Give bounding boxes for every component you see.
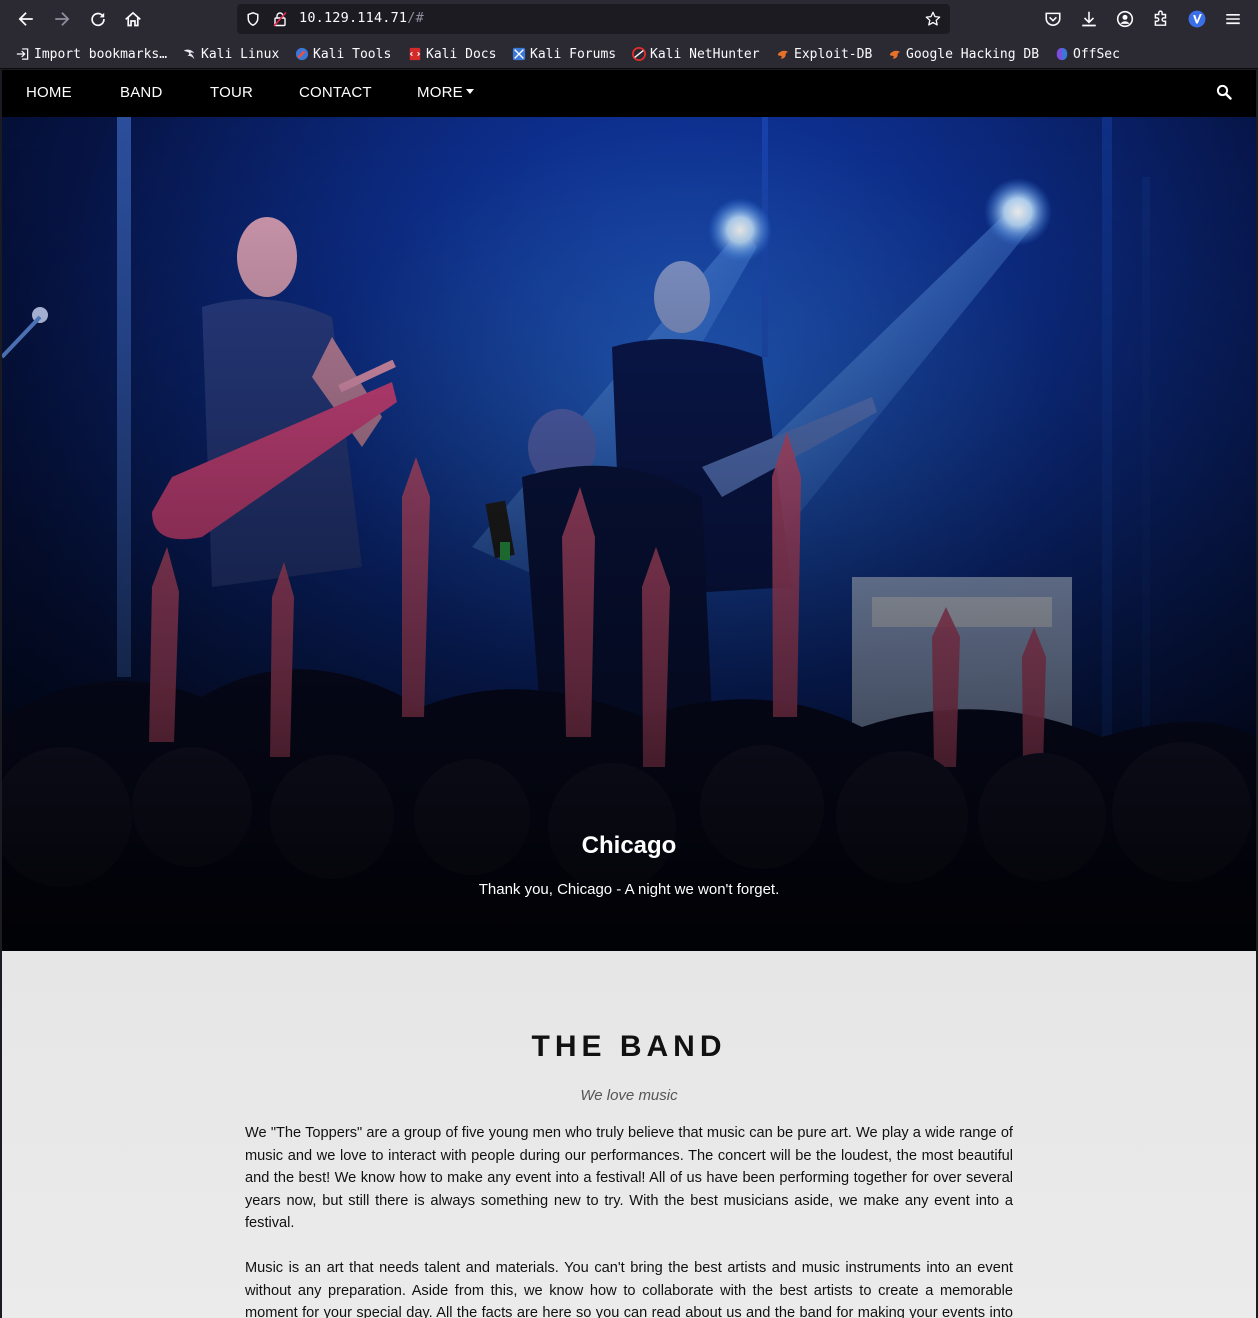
- band-paragraph: We "The Toppers" are a group of five you…: [245, 1125, 1013, 1231]
- nav-more-label: MORE: [417, 84, 463, 101]
- bookmarks-toolbar: Import bookmarks… Kali Linux Kali Tools …: [0, 38, 1258, 69]
- bookmark-kali-nethunter[interactable]: Kali NetHunter: [631, 45, 760, 63]
- bookmark-offsec[interactable]: OffSec: [1054, 45, 1120, 63]
- search-icon[interactable]: [1216, 84, 1234, 102]
- import-icon: [15, 47, 30, 62]
- bookmark-exploit-db[interactable]: Exploit-DB: [775, 45, 872, 63]
- bookmark-kali-tools[interactable]: Kali Tools: [294, 45, 391, 63]
- concert-photo: [2, 117, 1256, 951]
- nav-band[interactable]: BAND: [120, 84, 162, 101]
- bookmark-label: Kali Forums: [530, 46, 617, 62]
- shield-icon[interactable]: [244, 10, 262, 28]
- kali-nethunter-icon: [631, 47, 646, 62]
- kali-forums-icon: [511, 47, 526, 62]
- address-bar[interactable]: 10.129.114.71/#: [237, 4, 950, 34]
- bookmark-label: Kali Docs: [426, 46, 497, 62]
- hero-caption-title: Chicago: [581, 832, 677, 859]
- back-button[interactable]: [13, 6, 39, 32]
- extensions-button[interactable]: [1148, 6, 1174, 32]
- kali-dragon-icon: [182, 47, 197, 62]
- browser-toolbar: 10.129.114.71/#: [0, 0, 1258, 38]
- bookmark-label: Kali NetHunter: [650, 46, 760, 62]
- account-button[interactable]: [1112, 6, 1138, 32]
- site-navbar: HOME BAND TOUR CONTACT MORE: [2, 70, 1256, 117]
- bookmark-label: Exploit-DB: [794, 46, 873, 62]
- kali-docs-icon: [407, 47, 422, 62]
- downloads-button[interactable]: [1076, 6, 1102, 32]
- bookmark-kali-linux[interactable]: Kali Linux: [182, 45, 279, 63]
- home-button[interactable]: [120, 6, 146, 32]
- bookmark-label: Google Hacking DB: [906, 46, 1040, 62]
- ghdb-icon: [887, 47, 902, 62]
- exploit-db-icon: [775, 47, 790, 62]
- pocket-icon: [1045, 12, 1061, 26]
- home-icon: [125, 11, 141, 27]
- download-icon: [1082, 11, 1096, 27]
- insecure-lock-icon[interactable]: [271, 10, 289, 28]
- bookmark-import[interactable]: Import bookmarks…: [15, 45, 167, 63]
- bookmark-kali-docs[interactable]: Kali Docs: [407, 45, 496, 63]
- band-paragraph: Music is an art that needs talent and ma…: [245, 1260, 1013, 1318]
- puzzle-icon: [1154, 10, 1167, 26]
- url-host: 10.129.114.71: [299, 10, 408, 26]
- band-subtitle: We love music: [580, 1087, 678, 1104]
- nav-tour[interactable]: TOUR: [210, 84, 253, 101]
- nav-more-dropdown[interactable]: MORE: [417, 84, 474, 101]
- url-path: /#: [407, 10, 424, 26]
- bookmark-label: OffSec: [1073, 46, 1120, 62]
- bookmark-star-icon[interactable]: [924, 10, 942, 28]
- bookmark-label: Import bookmarks…: [34, 46, 168, 62]
- url-text[interactable]: 10.129.114.71/#: [299, 10, 424, 26]
- bookmark-label: Kali Tools: [313, 46, 392, 62]
- forward-arrow-icon: [55, 12, 70, 26]
- reload-icon: [91, 12, 105, 27]
- reload-button[interactable]: [85, 6, 111, 32]
- nav-home[interactable]: HOME: [26, 84, 72, 101]
- hero-caption-text: Thank you, Chicago - A night we won't fo…: [478, 881, 780, 898]
- band-section: THE BAND We love music We "The Toppers" …: [2, 951, 1256, 1318]
- forward-button[interactable]: [49, 6, 75, 32]
- kali-tools-icon: [294, 47, 309, 62]
- extension-v-icon: [1188, 10, 1206, 28]
- bookmark-google-hacking-db[interactable]: Google Hacking DB: [887, 45, 1039, 63]
- hamburger-menu-icon: [1226, 13, 1240, 25]
- extension-v-button[interactable]: [1184, 6, 1210, 32]
- caret-down-icon: [465, 89, 474, 94]
- bookmark-label: Kali Linux: [201, 46, 280, 62]
- pocket-button[interactable]: [1040, 6, 1066, 32]
- page-viewport: HOME BAND TOUR CONTACT MORE Chicago Than…: [2, 70, 1256, 1318]
- nav-contact[interactable]: CONTACT: [299, 84, 372, 101]
- hero-carousel: Chicago Thank you, Chicago - A night we …: [2, 117, 1256, 951]
- band-title: THE BAND: [531, 1030, 727, 1063]
- offsec-icon: [1054, 47, 1069, 62]
- app-menu-button[interactable]: [1220, 6, 1246, 32]
- account-icon: [1116, 10, 1134, 28]
- bookmark-kali-forums[interactable]: Kali Forums: [511, 45, 616, 63]
- back-arrow-icon: [18, 12, 33, 26]
